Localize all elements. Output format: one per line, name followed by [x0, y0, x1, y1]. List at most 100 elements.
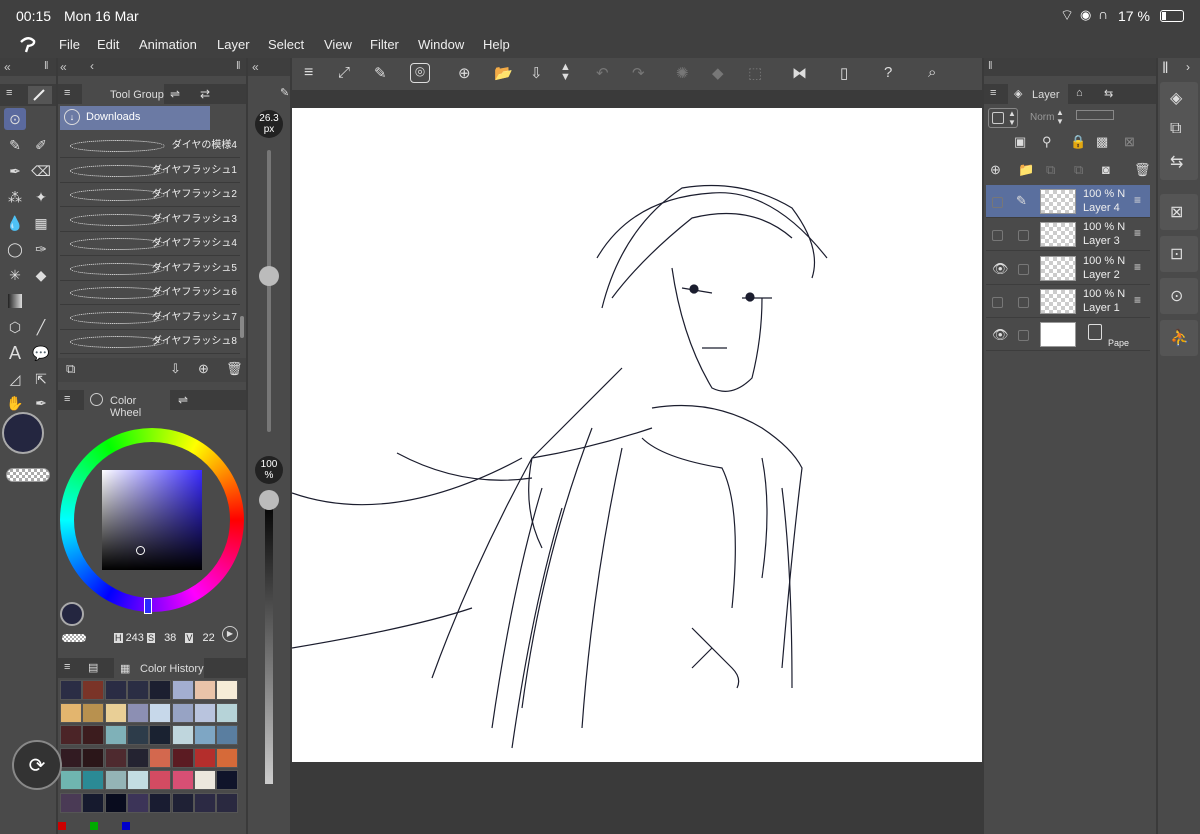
history-swatch[interactable] — [216, 770, 239, 790]
brush-size-slider-thumb[interactable] — [259, 266, 279, 286]
edit-image-icon[interactable]: ✎ — [374, 64, 387, 82]
brush-item[interactable]: ダイヤフラッシュ2 — [60, 184, 240, 207]
duplicate-icon[interactable]: ⊕ — [198, 361, 209, 377]
opacity-field[interactable] — [1076, 110, 1114, 120]
search-icon[interactable]: ⌕ — [928, 64, 936, 81]
balloon-tool-icon[interactable]: 💬 — [30, 342, 52, 364]
mask-icon[interactable]: ⊠ — [1124, 134, 1135, 150]
brush-item[interactable]: ダイヤフラッシュ8 — [60, 331, 240, 354]
layer-row[interactable]: 👁 100 % N Layer 2 ≡ — [986, 252, 1150, 285]
figure-tool-icon[interactable]: ⬡ — [4, 316, 26, 338]
gradient-tool-icon[interactable] — [4, 290, 26, 312]
checker-icon[interactable]: ▩ — [1096, 134, 1108, 150]
layer-menu-icon[interactable]: ≡ — [1134, 193, 1141, 207]
new-folder-icon[interactable]: 📁 — [1018, 162, 1034, 178]
history-swatch[interactable] — [82, 702, 105, 723]
reference-layer-icon[interactable]: ▣ — [1014, 134, 1026, 150]
history-swatch[interactable] — [171, 680, 194, 700]
history-swatch[interactable] — [193, 702, 216, 723]
brush-size-slider-track[interactable] — [267, 150, 271, 432]
layer-property-dock-icon[interactable]: ⧉ — [1170, 120, 1181, 138]
blend-mode-value[interactable]: Norm — [1030, 112, 1054, 123]
sync-icon[interactable]: ⇄ — [200, 87, 210, 101]
brush-item[interactable]: ダイヤの模様4 — [60, 135, 240, 158]
layer-row[interactable]: 100 % N Layer 3 ≡ — [986, 218, 1150, 252]
menu-lines-icon[interactable]: ≡ — [6, 87, 12, 99]
decoration-tool-icon[interactable]: ✦ — [30, 186, 52, 208]
history-swatch[interactable] — [216, 792, 239, 813]
blend-stepper-icon[interactable]: ▲ ▼ — [1056, 108, 1064, 126]
brush-tab-icon[interactable] — [28, 86, 52, 104]
brush-item[interactable]: ダイヤフラッシュ7 — [60, 307, 240, 330]
history-swatch[interactable] — [193, 725, 216, 745]
trash-icon[interactable]: 🗑 — [226, 361, 243, 377]
history-swatch[interactable] — [193, 770, 216, 790]
saturation-value-square[interactable] — [102, 470, 202, 570]
hue-cursor[interactable] — [144, 598, 152, 614]
layer-checkbox[interactable] — [1018, 263, 1029, 275]
menu-lines-icon[interactable]: ≡ — [64, 661, 70, 673]
history-swatch[interactable] — [82, 770, 105, 790]
delete-layer-icon[interactable]: 🗑 — [1134, 162, 1151, 178]
fit-canvas-icon[interactable]: ⤢ — [338, 64, 350, 81]
history-swatch[interactable] — [60, 725, 82, 745]
tab-color-history[interactable]: ▦ Color History — [114, 658, 204, 678]
dock-figure-button[interactable]: ⛹ — [1160, 320, 1198, 356]
redo-icon[interactable]: ↷ — [632, 64, 645, 82]
brush-item[interactable]: ダイヤフラッシュ6 — [60, 282, 240, 305]
history-swatch[interactable] — [193, 680, 216, 700]
operation-tool-icon[interactable]: ⇱ — [30, 368, 52, 390]
settings-icon[interactable]: ⧉ — [66, 361, 75, 377]
history-swatch[interactable] — [82, 792, 105, 813]
collapse-icon[interactable]: « — [60, 60, 67, 74]
history-swatch[interactable] — [126, 702, 149, 723]
collapse-left-icon[interactable]: « — [4, 60, 11, 74]
history-swatch[interactable] — [126, 770, 149, 790]
paper-layer-row[interactable]: 👁 Pape — [986, 318, 1150, 351]
main-color-swatch[interactable] — [2, 412, 44, 454]
tab-layer[interactable]: ◈ Layer — [1008, 84, 1068, 104]
rotate-canvas-button[interactable]: ⟳ — [12, 740, 62, 790]
color-slider-tab-icon[interactable]: ▤ — [88, 661, 98, 674]
mini-main-color[interactable] — [60, 602, 84, 626]
history-swatch[interactable] — [216, 747, 239, 768]
history-swatch[interactable] — [149, 725, 172, 745]
download-tool-icon[interactable]: ⊙ — [4, 108, 26, 130]
history-swatch[interactable] — [104, 680, 127, 700]
history-swatch[interactable] — [126, 792, 149, 813]
layer-property-icon[interactable]: ⌂ — [1076, 87, 1083, 99]
brush-settings-icon[interactable]: ✎ — [280, 86, 289, 99]
history-swatch[interactable] — [149, 702, 172, 723]
transform-icon[interactable]: ⬚ — [748, 64, 762, 82]
visibility-checkbox[interactable] — [992, 197, 1003, 208]
history-swatch[interactable] — [216, 680, 239, 700]
menu-filter[interactable]: Filter — [370, 37, 399, 52]
history-swatch[interactable] — [171, 702, 194, 723]
menu-window[interactable]: Window — [418, 37, 464, 52]
blend-tool-icon[interactable]: 💧 — [4, 212, 26, 234]
stepper-icon[interactable]: ▲ ▼ — [560, 62, 571, 83]
blend-mode-selector[interactable]: ▲ ▼ — [988, 108, 1018, 128]
history-swatch[interactable] — [60, 770, 82, 790]
history-swatch[interactable] — [171, 770, 194, 790]
help-icon[interactable]: ? — [884, 64, 892, 81]
chevron-right-icon[interactable]: › — [1186, 60, 1190, 74]
sliders-icon[interactable]: ⇌ — [170, 87, 180, 101]
layer-checkbox[interactable] — [1018, 330, 1029, 341]
menu-lines-icon[interactable]: ≡ — [64, 87, 70, 99]
brush-list-scrollbar[interactable] — [240, 316, 244, 338]
history-swatch[interactable] — [60, 747, 82, 768]
layers-dock-icon[interactable]: ◈ — [1170, 88, 1182, 108]
menu-animation[interactable]: Animation — [139, 37, 197, 52]
history-swatch[interactable] — [126, 680, 149, 700]
menu-edit[interactable]: Edit — [97, 37, 119, 52]
companion-mode-icon[interactable]: ▯ — [840, 64, 848, 82]
menu-file[interactable]: File — [59, 37, 80, 52]
menu-layer[interactable]: Layer — [217, 37, 250, 52]
history-dock-icon[interactable]: ⇆ — [1170, 152, 1183, 172]
dock-navigator-button[interactable]: ⊠ — [1160, 194, 1198, 230]
import-icon[interactable]: ⇩ — [170, 361, 181, 377]
color-picker-tool-icon[interactable]: ✒ — [30, 392, 52, 414]
history-swatch[interactable] — [149, 770, 172, 790]
eraser-tool-icon[interactable]: ⌫ — [30, 160, 52, 182]
